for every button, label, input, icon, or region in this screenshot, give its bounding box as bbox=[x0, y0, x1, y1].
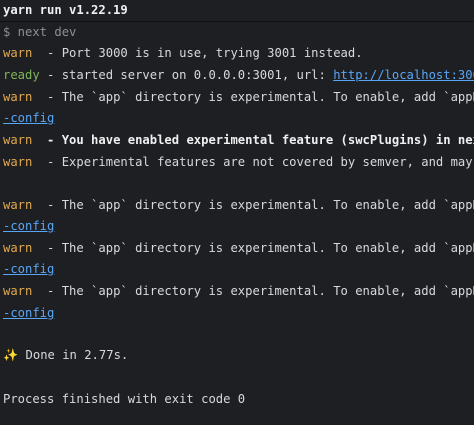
terminal-output[interactable]: yarn run v1.22.19 $ next dev warn - Port… bbox=[0, 0, 474, 425]
log-level-warn: warn bbox=[3, 90, 33, 104]
log-swc-warning: warn - You have enabled experimental fea… bbox=[3, 131, 474, 149]
log-semver-warning: warn - Experimental features are not cov… bbox=[3, 153, 474, 171]
log-message: - The `app` directory is experimental. T… bbox=[32, 90, 474, 104]
log-level-warn: warn bbox=[3, 284, 33, 298]
log-message: - The `app` directory is experimental. T… bbox=[32, 241, 474, 255]
done-message: Done in 2.77s. bbox=[18, 348, 129, 362]
log-message: - Port 3000 is in use, trying 3001 inste… bbox=[32, 46, 363, 60]
sparkles-icon: ✨ bbox=[3, 348, 19, 362]
log-level-warn: warn bbox=[3, 241, 33, 255]
log-message: - The `app` directory is experimental. T… bbox=[32, 284, 474, 298]
config-link[interactable]: -config bbox=[3, 217, 54, 235]
log-app-dir-warning: warn - The `app` directory is experiment… bbox=[3, 239, 474, 257]
log-app-dir-warning: warn - The `app` directory is experiment… bbox=[3, 196, 474, 214]
command-line: $ next dev bbox=[3, 25, 77, 39]
log-message: - started server on 0.0.0.0:3001, url: bbox=[39, 68, 334, 82]
log-level-warn: warn bbox=[3, 46, 33, 60]
log-level-ready: ready bbox=[3, 68, 40, 82]
log-app-dir-warning: warn - The `app` directory is experiment… bbox=[3, 88, 474, 106]
log-level-warn: warn bbox=[3, 133, 33, 147]
header-title: yarn run v1.22.19 bbox=[3, 3, 128, 17]
log-level-warn: warn bbox=[3, 155, 33, 169]
config-link[interactable]: -config bbox=[3, 260, 54, 278]
exit-line: Process finished with exit code 0 bbox=[3, 392, 246, 406]
log-port-warning: warn - Port 3000 is in use, trying 3001 … bbox=[3, 44, 363, 62]
log-app-dir-warning: warn - The `app` directory is experiment… bbox=[3, 282, 474, 300]
localhost-link[interactable]: http://localhost:3001 bbox=[333, 68, 474, 82]
log-message-bold: - You have enabled experimental feature … bbox=[32, 133, 474, 147]
log-message: - Experimental features are not covered … bbox=[32, 155, 474, 169]
config-link[interactable]: -config bbox=[3, 304, 54, 322]
done-line: ✨ Done in 2.77s. bbox=[3, 346, 128, 364]
log-ready: ready - started server on 0.0.0.0:3001, … bbox=[3, 66, 474, 84]
log-level-warn: warn bbox=[3, 198, 33, 212]
log-message: - The `app` directory is experimental. T… bbox=[32, 198, 474, 212]
config-link[interactable]: -config bbox=[3, 109, 54, 127]
header-divider bbox=[0, 21, 474, 22]
